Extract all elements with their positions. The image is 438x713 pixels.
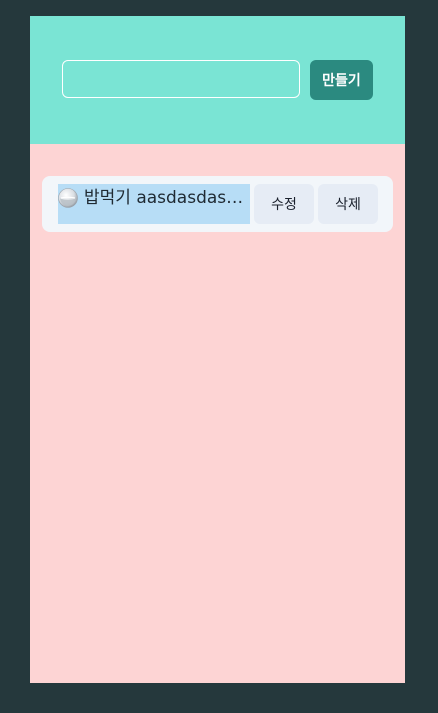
list-item: 밥먹기 aasdasdasdasd 수정 삭제 bbox=[42, 176, 393, 232]
new-todo-input[interactable] bbox=[62, 60, 300, 98]
create-button[interactable]: 만들기 bbox=[310, 60, 373, 100]
todo-text: 밥먹기 aasdasdasdasd bbox=[84, 188, 250, 208]
delete-button[interactable]: 삭제 bbox=[318, 184, 378, 224]
todo-text-selection[interactable]: 밥먹기 aasdasdasdasd bbox=[58, 184, 250, 224]
edit-button[interactable]: 수정 bbox=[254, 184, 314, 224]
header: 만들기 bbox=[30, 16, 405, 144]
rice-bowl-icon bbox=[58, 188, 78, 208]
todo-app: 만들기 밥먹기 aasdasdasdasd 수정 삭제 bbox=[30, 16, 405, 683]
todo-list: 밥먹기 aasdasdasdasd 수정 삭제 bbox=[42, 176, 393, 232]
